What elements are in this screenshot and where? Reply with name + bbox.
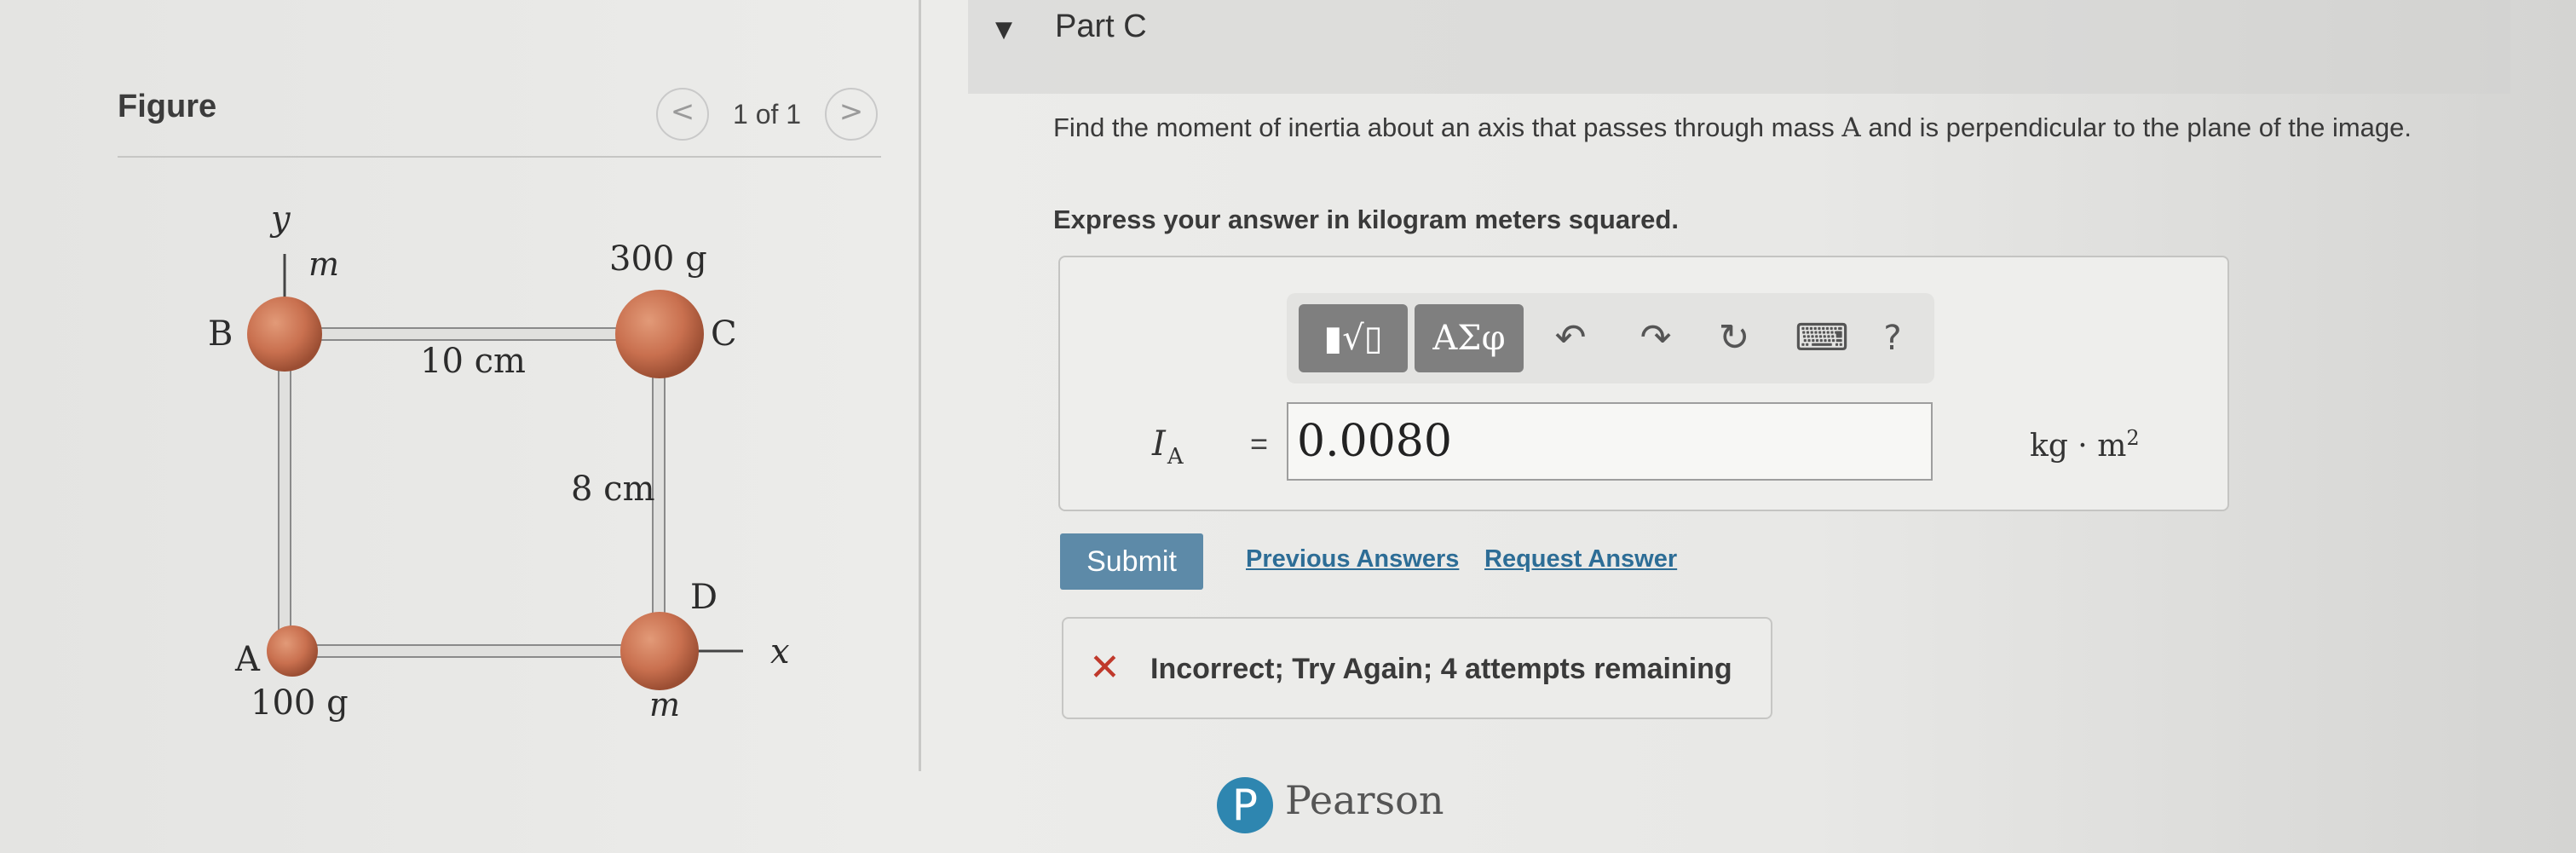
part-header[interactable] (968, 0, 2510, 94)
mass-B-value: m (308, 245, 339, 283)
units-exponent: 2 (2126, 426, 2140, 450)
previous-answers-link[interactable]: Previous Answers (1246, 545, 1459, 573)
mass-C (615, 290, 704, 378)
rod-bottom (282, 644, 642, 658)
pearson-logo-icon: P (1217, 777, 1273, 833)
question-text-end: and is perpendicular to the plane of the… (1860, 112, 2412, 142)
point-C-label: C (711, 314, 737, 354)
answer-variable-label: IA (1152, 424, 1184, 470)
collapse-caret-icon[interactable]: ▼ (995, 17, 1012, 43)
incorrect-icon: ✕ (1089, 646, 1121, 689)
mass-diagram: y m 300 g B C 10 cm 8 cm D x A 100 g m (208, 199, 790, 723)
figure-title: Figure (118, 89, 217, 124)
horizontal-dimension: 10 cm (420, 342, 526, 381)
panel-divider (919, 0, 921, 771)
vertical-dimension: 8 cm (571, 470, 655, 509)
math-toolbar: ▮√▯ ΑΣφ ↶ ↷ ↻ ⌨ ? (1287, 293, 1934, 383)
redo-icon[interactable]: ↷ (1626, 304, 1686, 372)
mass-B (247, 297, 322, 372)
previous-figure-button[interactable]: < (656, 88, 709, 141)
question-symbol: A (1841, 112, 1861, 143)
point-D-label: D (690, 578, 717, 617)
pearson-wordmark: Pearson (1285, 777, 1444, 823)
answer-variable: I (1152, 424, 1166, 464)
symbols-button[interactable]: ΑΣφ (1415, 304, 1524, 372)
answer-variable-subscript: A (1167, 444, 1184, 470)
reset-icon[interactable]: ↻ (1704, 304, 1764, 372)
mass-A (267, 625, 318, 677)
question-text-start: Find the moment of inertia about an axis… (1053, 112, 1842, 142)
mass-A-value: 100 g (251, 683, 349, 723)
next-figure-button[interactable]: > (825, 88, 878, 141)
answer-units: kg · m2 (2030, 426, 2140, 464)
answer-input[interactable]: 0.0080 (1287, 402, 1933, 481)
units-base: kg · m (2030, 429, 2127, 464)
templates-button[interactable]: ▮√▯ (1299, 304, 1408, 372)
y-axis-label: y (269, 199, 291, 239)
answer-instruction: Express your answer in kilogram meters s… (1053, 205, 1679, 234)
feedback-message: Incorrect; Try Again; 4 attempts remaini… (1150, 653, 1732, 685)
figure-divider (118, 156, 881, 158)
x-axis-label: x (770, 632, 790, 671)
figure-page-indicator: 1 of 1 (733, 99, 802, 130)
keyboard-icon[interactable]: ⌨ (1789, 304, 1854, 372)
undo-icon[interactable]: ↶ (1541, 304, 1600, 372)
equals-sign: = (1250, 426, 1269, 461)
point-B-label: B (208, 314, 233, 354)
rod-left (278, 333, 291, 652)
mass-D-value: m (649, 686, 680, 723)
mass-D (620, 612, 699, 690)
mass-C-value: 300 g (609, 239, 707, 279)
submit-button[interactable]: Submit (1060, 533, 1203, 590)
rod-top (282, 327, 642, 341)
help-icon[interactable]: ? (1863, 304, 1922, 372)
request-answer-link[interactable]: Request Answer (1484, 545, 1677, 573)
question-text: Find the moment of inertia about an axis… (1053, 112, 2412, 143)
part-title[interactable]: Part C (1055, 9, 1147, 45)
point-A-label: A (234, 640, 261, 679)
